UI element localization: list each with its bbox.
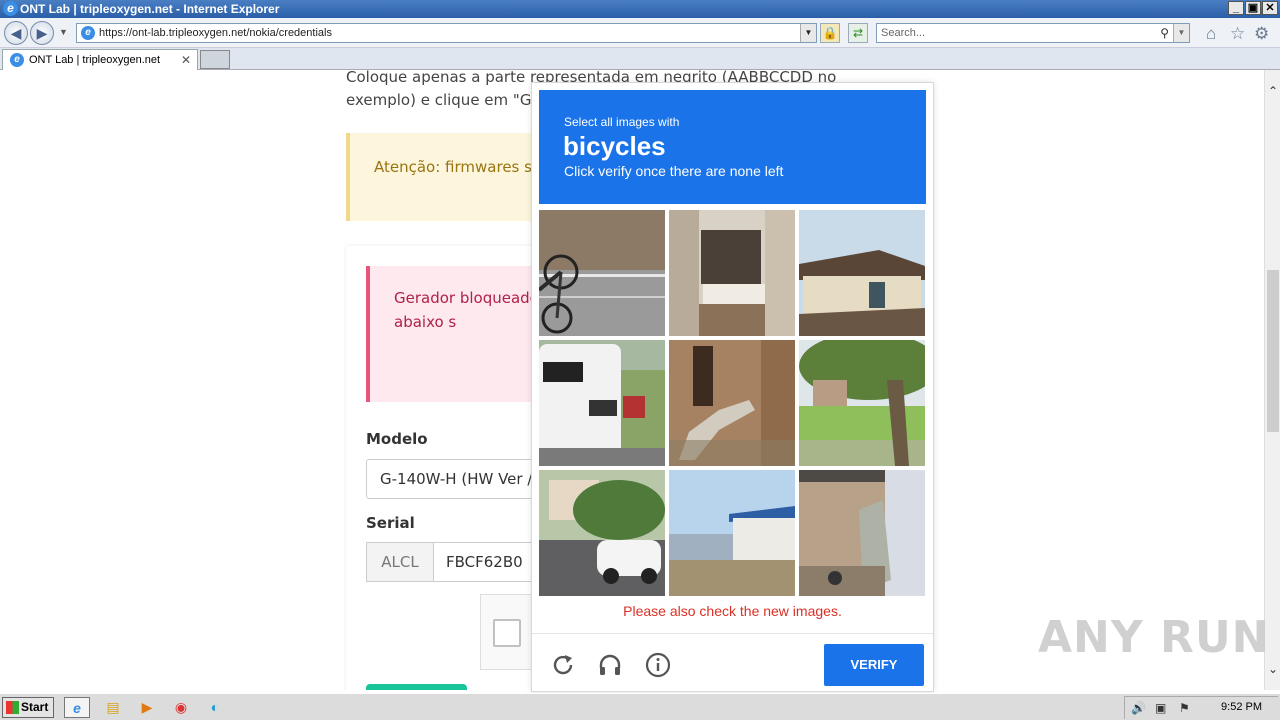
captcha-prompt: Select all images with	[564, 115, 680, 129]
search-placeholder: Search...	[881, 27, 926, 39]
scroll-thumb[interactable]	[1267, 270, 1279, 432]
maximize-button[interactable]: ▣	[1245, 1, 1261, 15]
scroll-up-icon[interactable]: ⌃	[1265, 84, 1280, 98]
verify-button[interactable]: VERIFY	[824, 644, 924, 686]
captcha-header: Select all images with bicycles Click ve…	[539, 90, 926, 204]
window-titlebar: e ONT Lab | tripleoxygen.net - Internet …	[0, 0, 1280, 18]
chrome-icon[interactable]: ◉	[168, 697, 194, 718]
search-dropdown-icon[interactable]: ▼	[1173, 24, 1189, 42]
address-bar[interactable]: e https://ont-lab.tripleoxygen.net/nokia…	[76, 23, 817, 43]
tab-close-icon[interactable]: ✕	[181, 50, 191, 70]
captcha-checkbox[interactable]	[493, 619, 521, 647]
captcha-error-message: Please also check the new images.	[623, 603, 842, 619]
close-button[interactable]: ✕	[1262, 1, 1278, 15]
audio-headphones-icon[interactable]	[597, 652, 623, 678]
captcha-challenge: Select all images with bicycles Click ve…	[531, 82, 934, 692]
site-favicon-icon: e	[81, 26, 95, 40]
captcha-tile-4[interactable]	[539, 340, 665, 466]
captcha-tile-7[interactable]	[539, 470, 665, 596]
media-player-icon[interactable]: ▶	[134, 697, 160, 718]
captcha-tile-5[interactable]	[669, 340, 795, 466]
start-label: Start	[21, 700, 49, 714]
favorites-star-icon[interactable]: ☆	[1230, 24, 1245, 44]
navigation-bar: ◀ ▶ ▼ e https://ont-lab.tripleoxygen.net…	[0, 18, 1280, 48]
explorer-folder-icon[interactable]: ▤	[100, 697, 126, 718]
start-button[interactable]: Start	[2, 697, 54, 718]
action-center-flag-icon[interactable]: ⚑	[1179, 701, 1190, 715]
tab-label: ONT Lab | tripleoxygen.net	[29, 54, 161, 66]
minimize-button[interactable]: _	[1228, 1, 1244, 15]
new-tab-button[interactable]	[200, 50, 230, 69]
lock-icon[interactable]: 🔒	[820, 23, 840, 43]
serial-prefix: ALCL	[366, 542, 434, 582]
captcha-tile-9[interactable]	[799, 470, 925, 596]
submit-button[interactable]	[366, 684, 467, 690]
captcha-footer: VERIFY	[532, 633, 933, 693]
captcha-tile-8[interactable]	[669, 470, 795, 596]
vertical-scrollbar[interactable]: ⌃ ⌄	[1264, 70, 1280, 690]
home-icon[interactable]: ⌂	[1206, 24, 1216, 44]
search-input[interactable]: Search... ⚲ ▼	[876, 23, 1190, 43]
anyrun-watermark: ANY RUN	[1038, 612, 1270, 663]
system-tray: 🔊 ▣ ⚑ 9:52 PM	[1124, 696, 1278, 719]
history-dropdown-icon[interactable]: ▼	[59, 27, 68, 37]
info-icon[interactable]	[645, 652, 671, 678]
tab-ont-lab[interactable]: e ONT Lab | tripleoxygen.net ✕	[2, 49, 198, 70]
serial-label: Serial	[366, 514, 415, 532]
tab-bar: e ONT Lab | tripleoxygen.net ✕	[0, 48, 1280, 70]
ie-taskbar-icon[interactable]: e	[64, 697, 90, 718]
captcha-tile-1[interactable]	[539, 210, 665, 336]
captcha-subtext: Click verify once there are none left	[564, 163, 784, 179]
captcha-tile-3[interactable]	[799, 210, 925, 336]
address-url: https://ont-lab.tripleoxygen.net/nokia/c…	[99, 27, 332, 39]
search-icon[interactable]: ⚲	[1160, 24, 1169, 42]
ie-icon: e	[3, 1, 18, 16]
captcha-tile-2[interactable]	[669, 210, 795, 336]
settings-gear-icon[interactable]: ⚙	[1254, 24, 1269, 44]
refresh-icon[interactable]: ⇄	[848, 23, 868, 43]
windows-logo-icon	[6, 701, 19, 714]
forward-icon[interactable]: ▶	[30, 21, 54, 45]
tab-favicon-icon: e	[10, 53, 24, 67]
captcha-tile-6[interactable]	[799, 340, 925, 466]
captcha-target: bicycles	[563, 131, 666, 161]
scroll-down-icon[interactable]: ⌄	[1265, 662, 1280, 676]
address-dropdown-icon[interactable]: ▼	[800, 24, 816, 42]
modelo-label: Modelo	[366, 430, 428, 448]
edge-icon[interactable]: ◐	[202, 697, 228, 718]
volume-icon[interactable]: 🔊	[1131, 701, 1146, 715]
taskbar: Start e ▤ ▶ ◉ ◐ 🔊 ▣ ⚑ 9:52 PM	[0, 693, 1280, 720]
clock[interactable]: 9:52 PM	[1221, 701, 1262, 713]
window-title: ONT Lab | tripleoxygen.net - Internet Ex…	[20, 2, 280, 16]
network-icon[interactable]: ▣	[1155, 701, 1166, 715]
back-icon[interactable]: ◀	[4, 21, 28, 45]
refresh-icon[interactable]	[550, 652, 576, 678]
